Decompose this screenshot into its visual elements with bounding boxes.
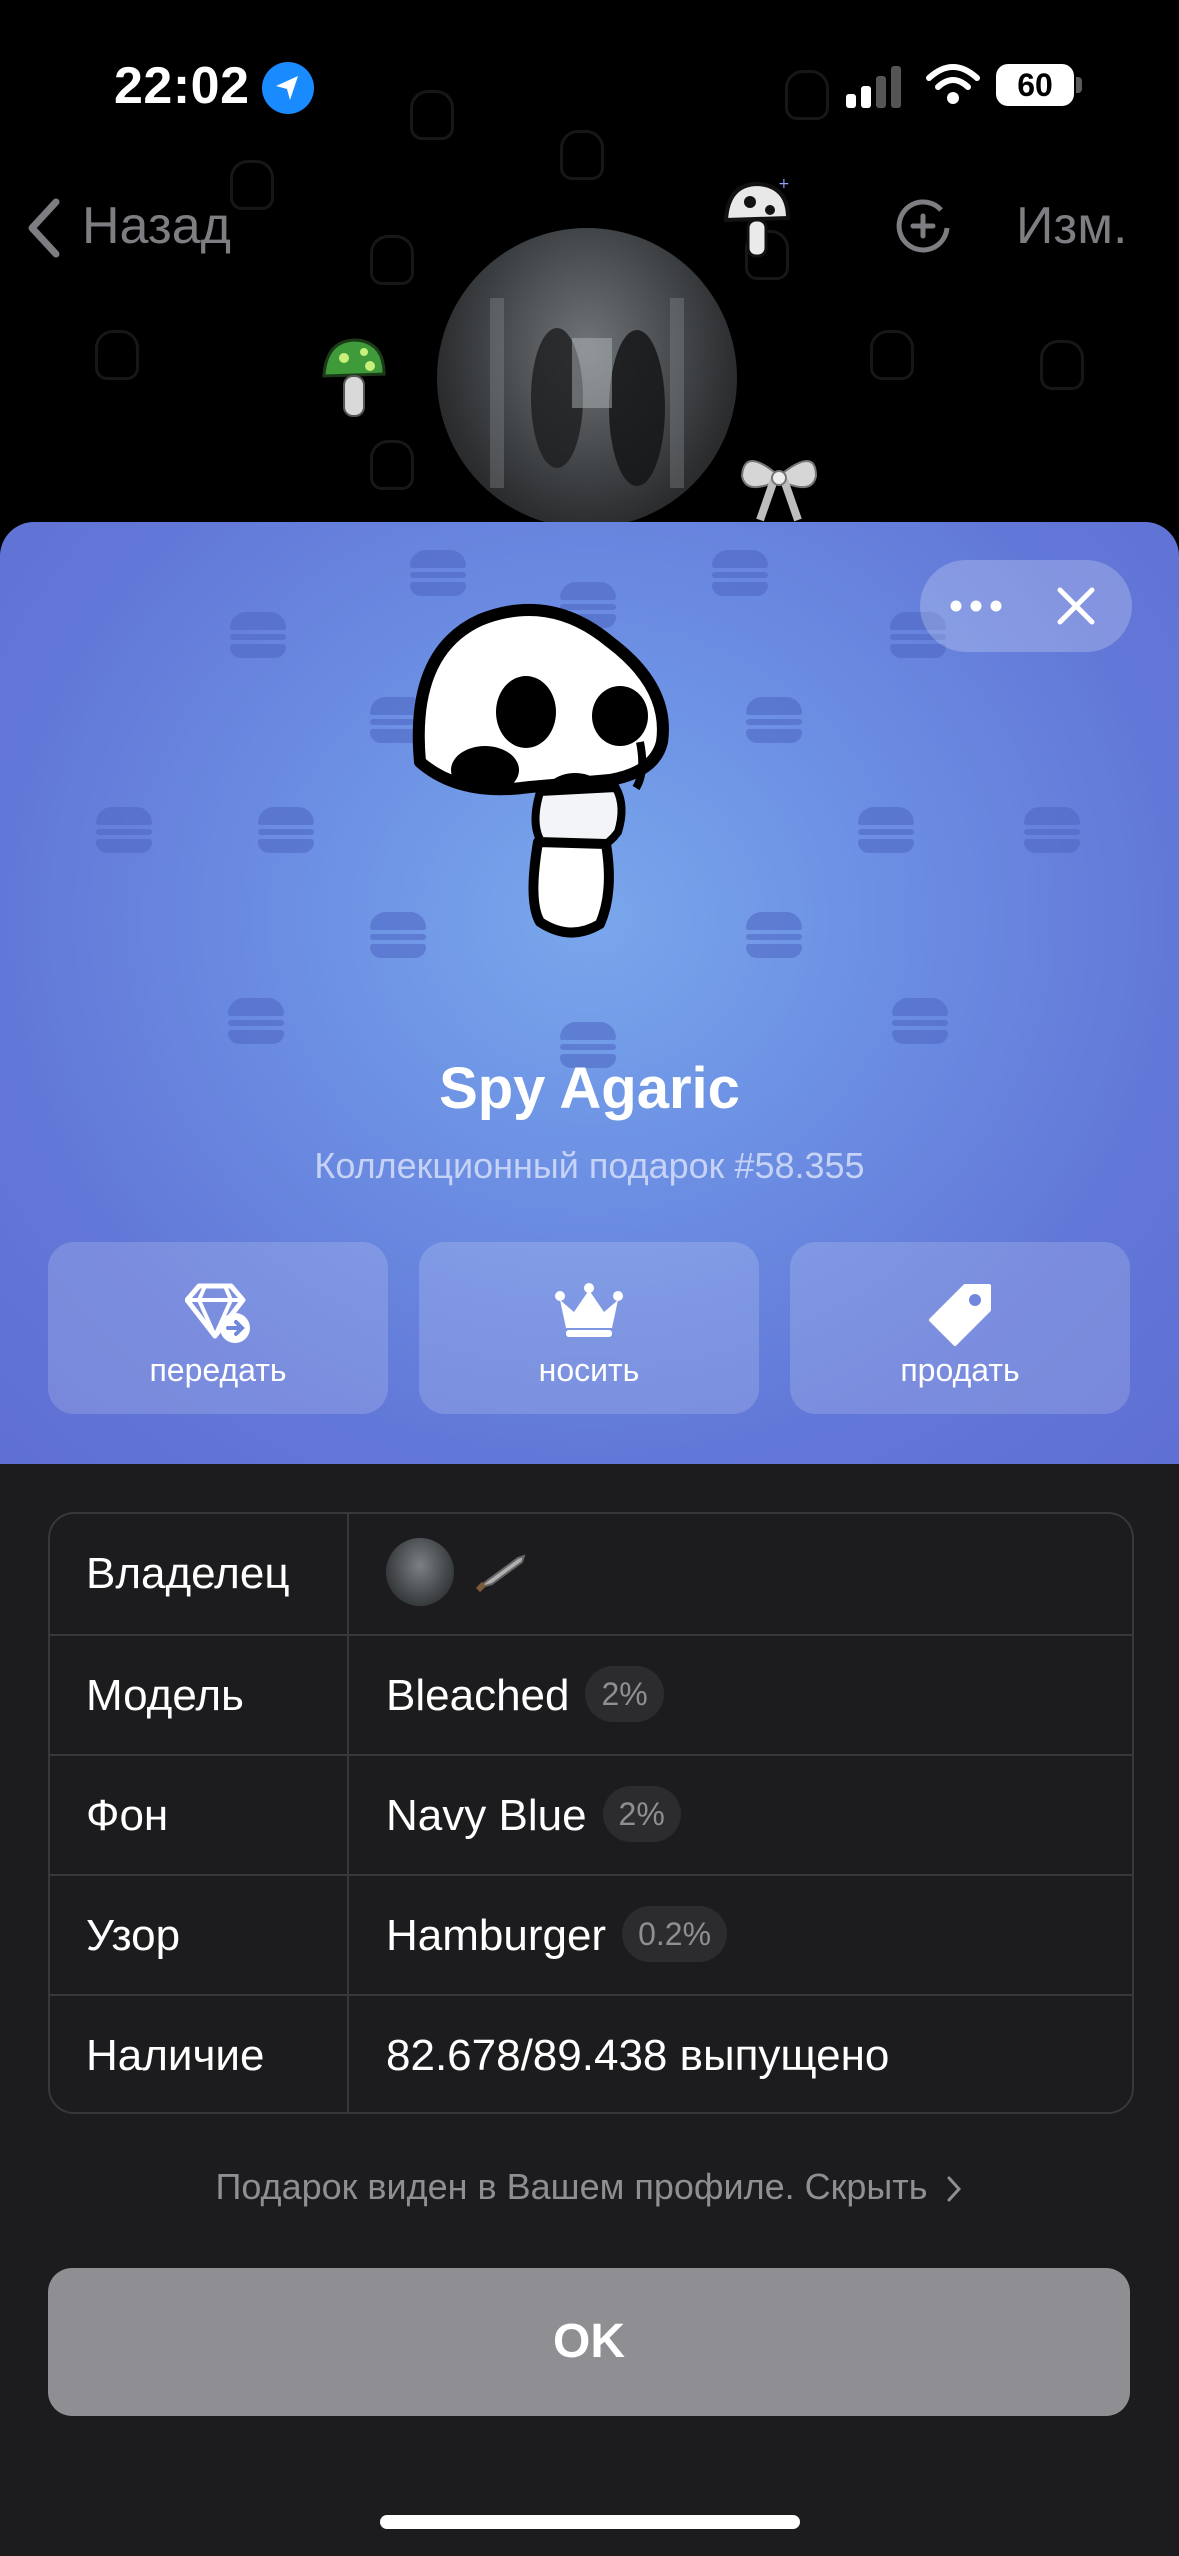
gem-transfer-icon bbox=[185, 1283, 250, 1343]
crown-icon bbox=[555, 1283, 623, 1337]
green-mushroom-icon bbox=[322, 338, 386, 417]
pattern-rarity-badge: 0.2% bbox=[622, 1906, 728, 1963]
pattern-skull-icon bbox=[785, 70, 829, 120]
gift-details-table: Владелец Модель Bleached 2% Фон Navy Blue… bbox=[48, 1512, 1134, 2114]
chevron-left-icon[interactable] bbox=[22, 196, 66, 260]
backdrop-rarity-badge: 2% bbox=[602, 1786, 681, 1843]
svg-text:+: + bbox=[778, 176, 790, 192]
pattern-skull-icon bbox=[410, 90, 454, 140]
pattern-name: Hamburger bbox=[386, 1911, 607, 1960]
availability-value: 82.678/89.438 выпущено bbox=[386, 2031, 890, 2080]
pattern-value: Hamburger 0.2% bbox=[386, 1876, 728, 1996]
model-key: Модель bbox=[86, 1671, 244, 1720]
wear-button[interactable]: носить bbox=[419, 1242, 759, 1414]
pattern-row: Узор Hamburger 0.2% bbox=[50, 1874, 1132, 1996]
owner-key: Владелец bbox=[86, 1549, 290, 1598]
status-time: 22:02 bbox=[114, 57, 250, 115]
white-mushroom-icon: + bbox=[723, 176, 791, 258]
model-row: Модель Bleached 2% bbox=[50, 1634, 1132, 1756]
hamburger-pattern-icon bbox=[892, 998, 948, 1044]
availability-key: Наличие bbox=[86, 2031, 265, 2080]
owner-avatar[interactable] bbox=[386, 1538, 454, 1606]
hamburger-pattern-icon bbox=[258, 807, 314, 853]
spy-agaric-mushroom-image bbox=[412, 604, 669, 938]
hamburger-pattern-icon bbox=[96, 807, 152, 853]
pattern-key: Узор bbox=[86, 1911, 181, 1960]
ok-button[interactable]: OK bbox=[48, 2268, 1130, 2416]
battery-indicator: 60 bbox=[996, 64, 1074, 106]
pattern-skull-icon bbox=[230, 160, 274, 210]
hamburger-pattern-icon bbox=[858, 807, 914, 853]
more-icon[interactable] bbox=[948, 590, 1004, 622]
model-rarity-badge: 2% bbox=[585, 1666, 664, 1723]
gift-subtitle: Коллекционный подарок #58.355 bbox=[314, 1145, 865, 1186]
pattern-skull-icon bbox=[95, 330, 139, 380]
wifi-icon bbox=[926, 64, 980, 104]
backdrop-row: Фон Navy Blue 2% bbox=[50, 1754, 1132, 1876]
hamburger-pattern-icon bbox=[228, 998, 284, 1044]
transfer-button[interactable]: передать bbox=[48, 1242, 388, 1414]
model-value: Bleached 2% bbox=[386, 1636, 664, 1756]
hamburger-pattern-icon bbox=[410, 550, 466, 596]
availability-row: Наличие 82.678/89.438 выпущено bbox=[50, 1994, 1132, 2112]
hamburger-pattern-icon bbox=[746, 697, 802, 743]
hamburger-pattern-icon bbox=[746, 912, 802, 958]
location-arrow-icon bbox=[262, 62, 314, 114]
battery-tip bbox=[1076, 77, 1082, 93]
hamburger-pattern-icon bbox=[230, 612, 286, 658]
transfer-label: передать bbox=[149, 1352, 287, 1388]
rifle-emoji-icon bbox=[475, 1554, 526, 1593]
pattern-skull-icon bbox=[370, 235, 414, 285]
profile-avatar bbox=[437, 228, 737, 528]
tag-icon bbox=[929, 1284, 991, 1346]
pattern-skull-icon bbox=[1040, 340, 1084, 390]
cellular-signal-icon bbox=[846, 64, 906, 108]
pattern-skull-icon bbox=[370, 440, 414, 490]
close-icon[interactable] bbox=[1054, 584, 1098, 628]
backdrop-name: Navy Blue bbox=[386, 1791, 587, 1840]
hamburger-pattern-icon bbox=[712, 550, 768, 596]
sheet-controls bbox=[920, 560, 1132, 652]
model-name: Bleached bbox=[386, 1671, 570, 1720]
gift-title: Spy Agaric bbox=[439, 1056, 740, 1121]
bow-gift-icon bbox=[740, 460, 818, 522]
pattern-skull-icon bbox=[560, 130, 604, 180]
hamburger-pattern-icon bbox=[1024, 807, 1080, 853]
back-button[interactable]: Назад bbox=[82, 196, 231, 256]
profile-header-background: + 22:02 60 Назад Изм. bbox=[0, 0, 1179, 540]
sell-label: продать bbox=[900, 1352, 1020, 1388]
add-circle-icon[interactable] bbox=[895, 198, 951, 254]
backdrop-key: Фон bbox=[86, 1791, 169, 1840]
pattern-skull-icon bbox=[870, 330, 914, 380]
backdrop-value: Navy Blue 2% bbox=[386, 1756, 681, 1876]
ok-label: OK bbox=[553, 2315, 625, 2368]
home-indicator bbox=[380, 2515, 800, 2529]
sell-button[interactable]: продать bbox=[790, 1242, 1130, 1414]
owner-row[interactable]: Владелец bbox=[50, 1514, 1132, 1634]
chevron-right-icon bbox=[947, 2176, 961, 2202]
visibility-note-text[interactable]: Подарок виден в Вашем профиле. Скрыть bbox=[215, 2166, 927, 2207]
wear-label: носить bbox=[538, 1352, 640, 1388]
edit-button[interactable]: Изм. bbox=[1016, 196, 1127, 256]
visibility-note[interactable]: Подарок виден в Вашем профиле. Скрыть bbox=[0, 2166, 1179, 2208]
